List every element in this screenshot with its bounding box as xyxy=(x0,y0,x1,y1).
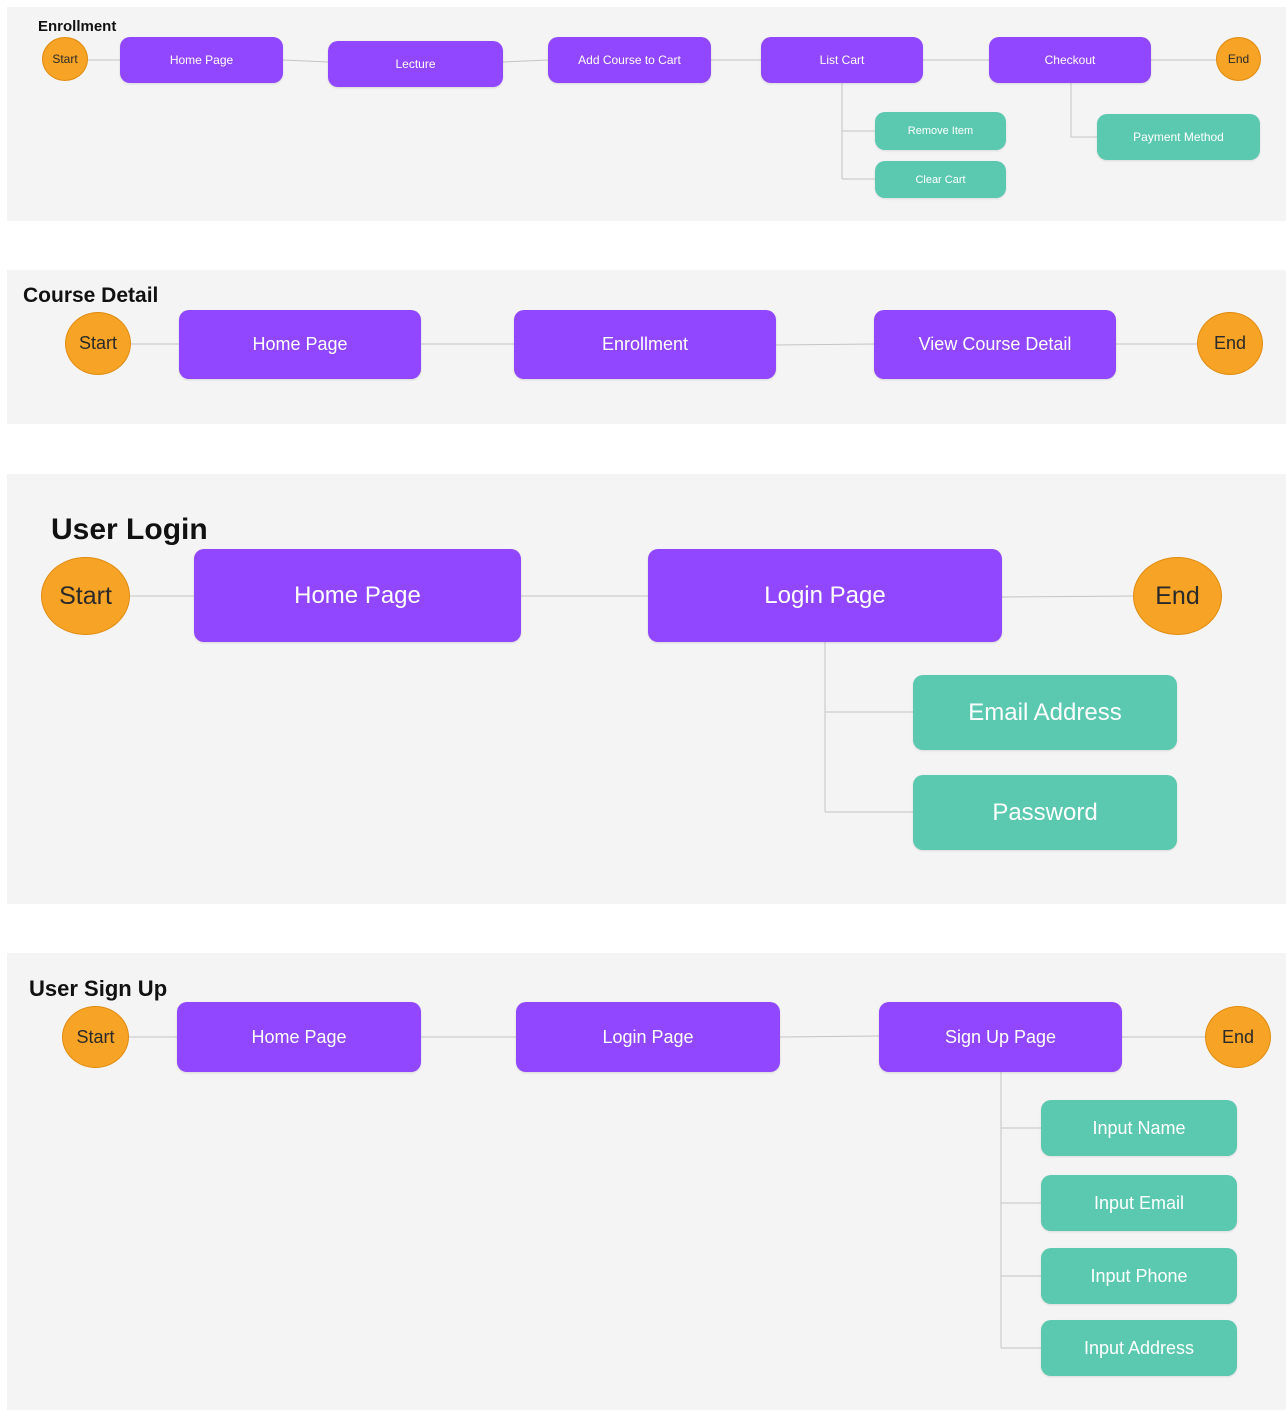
enrollment-end-node[interactable]: End xyxy=(1216,37,1261,81)
user-login-title: User Login xyxy=(51,513,208,546)
enrollment-remove-item-node[interactable]: Remove Item xyxy=(875,112,1006,150)
user-signup-home-page-node[interactable]: Home Page xyxy=(177,1002,421,1072)
user-login-home-page-node[interactable]: Home Page xyxy=(194,549,521,642)
enrollment-checkout-node[interactable]: Checkout xyxy=(989,37,1151,83)
user-signup-end-node[interactable]: End xyxy=(1205,1006,1271,1068)
course-detail-enrollment-node[interactable]: Enrollment xyxy=(514,310,776,379)
enrollment-payment-method-node[interactable]: Payment Method xyxy=(1097,114,1260,160)
user-login-end-node[interactable]: End xyxy=(1133,557,1222,635)
enrollment-home-page-node[interactable]: Home Page xyxy=(120,37,283,83)
user-signup-input-address-node[interactable]: Input Address xyxy=(1041,1320,1237,1376)
user-login-start-node[interactable]: Start xyxy=(41,557,130,635)
enrollment-list-cart-node[interactable]: List Cart xyxy=(761,37,923,83)
enrollment-add-course-node[interactable]: Add Course to Cart xyxy=(548,37,711,83)
user-signup-login-page-node[interactable]: Login Page xyxy=(516,1002,780,1072)
user-login-login-page-node[interactable]: Login Page xyxy=(648,549,1002,642)
user-login-password-node[interactable]: Password xyxy=(913,775,1177,850)
user-signup-input-phone-node[interactable]: Input Phone xyxy=(1041,1248,1237,1304)
user-signup-input-name-node[interactable]: Input Name xyxy=(1041,1100,1237,1156)
enrollment-start-node[interactable]: Start xyxy=(42,37,88,81)
user-signup-title: User Sign Up xyxy=(29,976,168,1001)
user-signup-signup-page-node[interactable]: Sign Up Page xyxy=(879,1002,1122,1072)
enrollment-title: Enrollment xyxy=(38,18,117,35)
enrollment-clear-cart-node[interactable]: Clear Cart xyxy=(875,161,1006,198)
course-detail-end-node[interactable]: End xyxy=(1197,312,1263,375)
course-detail-title: Course Detail xyxy=(23,284,159,307)
course-detail-view-course-detail-node[interactable]: View Course Detail xyxy=(874,310,1116,379)
user-signup-start-node[interactable]: Start xyxy=(62,1006,129,1068)
user-signup-input-email-node[interactable]: Input Email xyxy=(1041,1175,1237,1231)
course-detail-home-page-node[interactable]: Home Page xyxy=(179,310,421,379)
enrollment-lecture-node[interactable]: Lecture xyxy=(328,41,503,87)
user-login-email-address-node[interactable]: Email Address xyxy=(913,675,1177,750)
course-detail-start-node[interactable]: Start xyxy=(65,312,131,375)
